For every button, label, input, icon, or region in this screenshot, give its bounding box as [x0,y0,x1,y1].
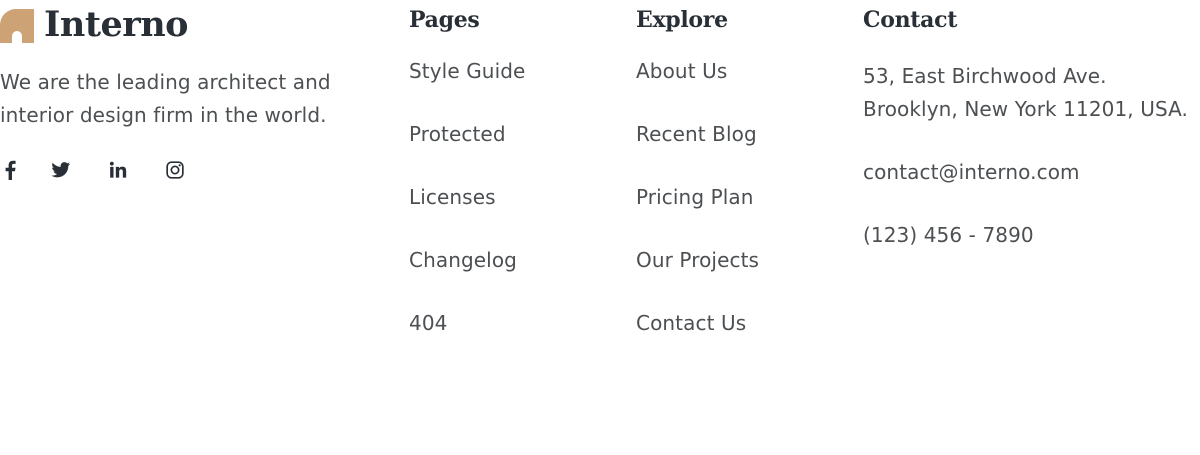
contact-heading: Contact [863,7,958,33]
footer-explore-column: Explore About Us Recent Blog Pricing Pla… [636,0,846,372]
social-links [0,160,222,180]
explore-link-about-us[interactable]: About Us [636,57,846,120]
tagline-line-2: interior design firm in the world. [0,103,327,127]
explore-link-contact-us[interactable]: Contact Us [636,309,846,372]
footer-pages-column: Pages Style Guide Protected Licenses Cha… [409,0,609,372]
contact-details: 53, East Birchwood Ave. Brooklyn, New Yo… [863,60,1200,249]
instagram-icon [166,161,184,179]
footer-brand: Interno We are the leading architect and… [0,0,340,180]
pages-link-licenses[interactable]: Licenses [409,183,609,246]
contact-email-link[interactable]: contact@interno.com [863,158,1200,186]
explore-link-list: About Us Recent Blog Pricing Plan Our Pr… [636,57,846,372]
brand-tagline: We are the leading architect and interio… [0,66,340,132]
pages-link-list: Style Guide Protected Licenses Changelog… [409,57,609,372]
linkedin-icon [109,161,127,178]
pages-link-changelog[interactable]: Changelog [409,246,609,309]
contact-address: 53, East Birchwood Ave. Brooklyn, New Yo… [863,60,1200,126]
explore-heading: Explore [636,7,728,33]
explore-link-our-projects[interactable]: Our Projects [636,246,846,309]
explore-link-pricing-plan[interactable]: Pricing Plan [636,183,846,246]
brand-name: Interno [44,4,189,45]
twitter-link[interactable] [51,160,71,180]
site-footer: Interno We are the leading architect and… [0,0,1200,455]
footer-contact-column: Contact 53, East Birchwood Ave. Brooklyn… [863,0,1200,249]
pages-heading: Pages [409,7,480,33]
linkedin-link[interactable] [108,160,128,180]
facebook-icon [5,160,16,180]
instagram-link[interactable] [165,160,185,180]
address-line-1: 53, East Birchwood Ave. [863,64,1107,88]
pages-link-style-guide[interactable]: Style Guide [409,57,609,120]
contact-phone-link[interactable]: (123) 456 - 7890 [863,221,1200,249]
pages-link-protected[interactable]: Protected [409,120,609,183]
explore-link-recent-blog[interactable]: Recent Blog [636,120,846,183]
logo-link[interactable]: Interno [0,0,340,50]
twitter-icon [51,162,71,178]
address-line-2: Brooklyn, New York 11201, USA. [863,97,1189,121]
pages-link-404[interactable]: 404 [409,309,609,372]
tagline-line-1: We are the leading architect and [0,70,331,94]
facebook-link[interactable] [0,160,16,180]
logo-mark-icon [0,9,34,43]
